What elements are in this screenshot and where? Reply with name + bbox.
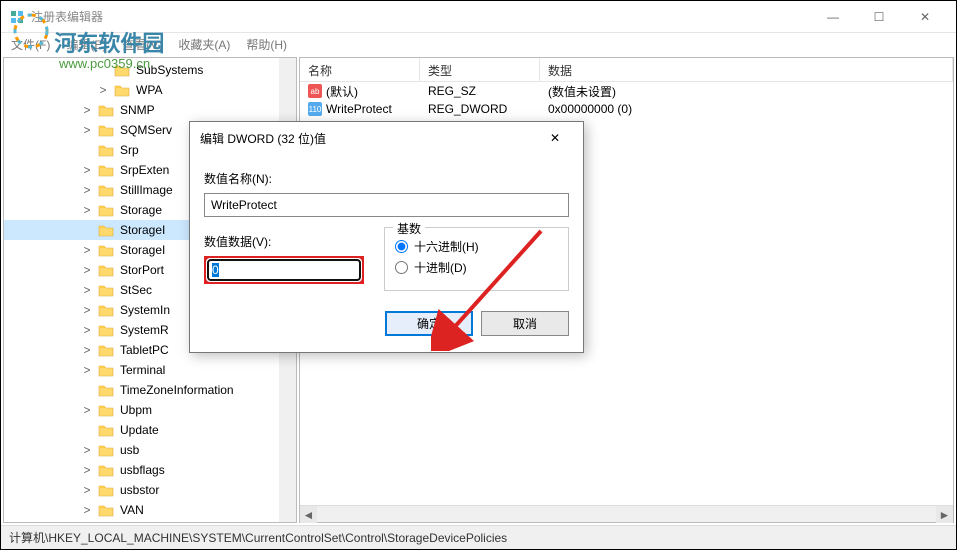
dialog-overlay: 编辑 DWORD (32 位)值 ✕ 数值名称(N): 数值数据(V): 基数 — [1, 1, 956, 549]
value-field[interactable] — [207, 259, 361, 281]
dialog-title-text: 编辑 DWORD (32 位)值 — [200, 130, 326, 147]
radio-dec[interactable] — [395, 261, 408, 274]
value-highlight — [204, 256, 364, 284]
radix-group: 基数 十六进制(H) 十进制(D) — [384, 227, 569, 291]
dialog-edit-dword: 编辑 DWORD (32 位)值 ✕ 数值名称(N): 数值数据(V): 基数 — [189, 121, 584, 353]
name-field[interactable] — [204, 193, 569, 217]
radio-dec-label: 十进制(D) — [414, 259, 467, 276]
cancel-button[interactable]: 取消 — [481, 311, 569, 336]
dialog-titlebar[interactable]: 编辑 DWORD (32 位)值 ✕ — [190, 122, 583, 154]
dialog-close-button[interactable]: ✕ — [537, 124, 573, 152]
radix-legend: 基数 — [393, 220, 425, 237]
radio-hex-row[interactable]: 十六进制(H) — [395, 238, 558, 255]
value-label: 数值数据(V): — [204, 233, 364, 250]
ok-button[interactable]: 确定 — [385, 311, 473, 336]
radio-hex[interactable] — [395, 240, 408, 253]
radio-dec-row[interactable]: 十进制(D) — [395, 259, 558, 276]
name-label: 数值名称(N): — [204, 170, 569, 187]
radio-hex-label: 十六进制(H) — [414, 238, 479, 255]
